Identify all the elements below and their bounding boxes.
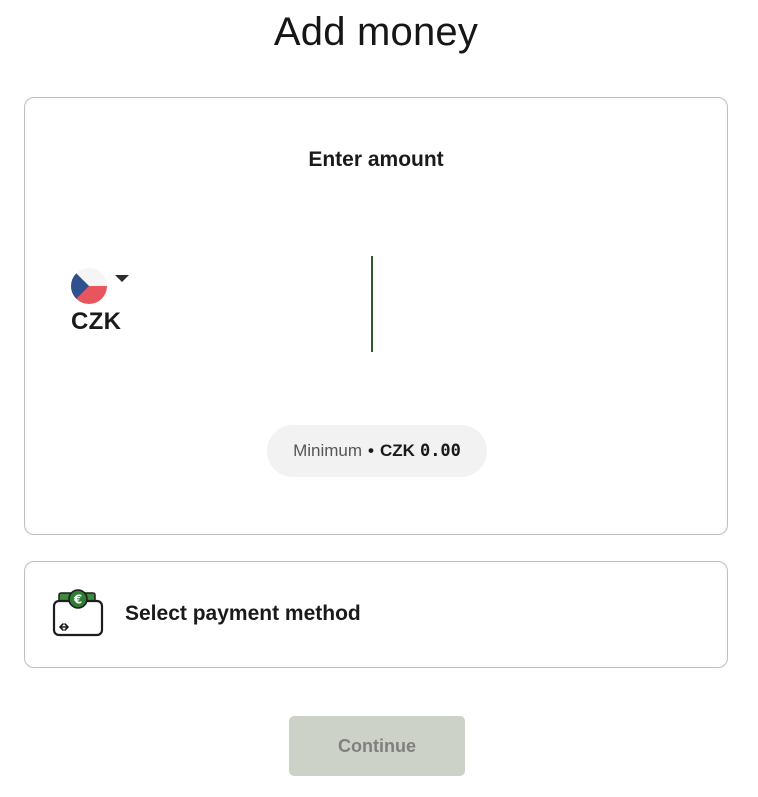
text-caret [371,256,373,352]
currency-selector[interactable]: CZK [71,268,151,338]
chevron-down-icon [115,275,129,282]
minimum-separator: • [368,441,374,460]
minimum-currency: CZK [380,441,415,460]
enter-amount-heading: Enter amount [308,148,444,171]
continue-button[interactable]: Continue [289,716,465,776]
amount-input[interactable] [185,248,569,354]
svg-text:€: € [73,593,82,607]
minimum-label: Minimum [293,441,363,460]
czech-flag-icon [71,268,107,304]
page-title: Add money [273,10,479,54]
wallet-euro-icon: € [52,589,104,637]
payment-method-label: Select payment method [125,602,361,625]
select-payment-method-button[interactable]: € Select payment method [24,561,728,668]
minimum-value: 0.00 [419,441,461,461]
currency-code: CZK [71,308,122,335]
minimum-amount-badge: Minimum • CZK 0.00 [267,425,487,477]
amount-card: Enter amount CZK Minimum • CZK 0.00 [24,97,728,535]
